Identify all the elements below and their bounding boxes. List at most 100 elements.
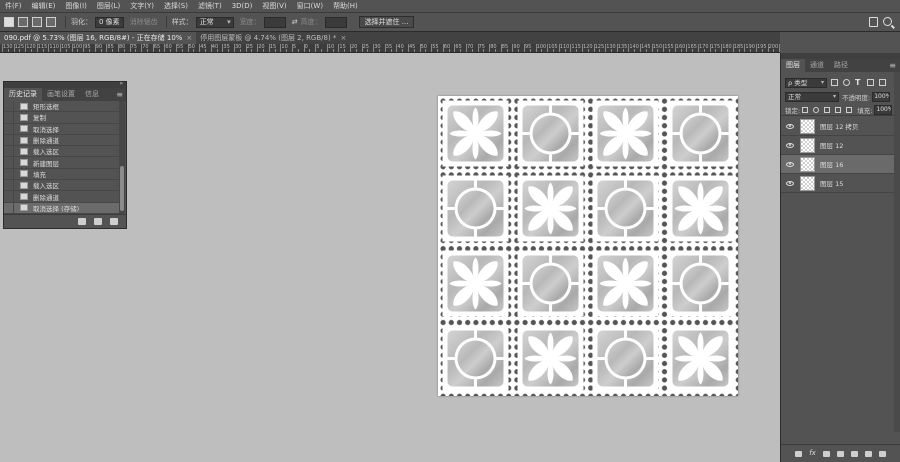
adjustment-layer-icon[interactable] xyxy=(836,450,844,457)
menu-item[interactable]: 滤镜(T) xyxy=(193,0,227,12)
style-select[interactable]: 正常 xyxy=(195,16,234,28)
history-brush-source[interactable] xyxy=(4,202,14,213)
new-layer-icon[interactable] xyxy=(864,450,872,457)
layers-panel[interactable]: 图层 通道 路径 ≡ ρ 类型 T 正常 不透明度: 100% 锁定: 填充: … xyxy=(780,53,900,462)
eye-icon[interactable] xyxy=(786,161,794,167)
tab-paths[interactable]: 路径 xyxy=(829,59,853,72)
eye-icon[interactable] xyxy=(786,123,794,129)
menu-item[interactable]: 视图(V) xyxy=(257,0,291,12)
layer-row[interactable]: 图层 16 xyxy=(781,155,895,174)
document-tab[interactable]: 停用图层蒙板 @ 4.74% (图层 2, RGB/8) * × xyxy=(196,32,350,44)
lock-all-icon[interactable] xyxy=(846,106,853,113)
shape-filter-icon[interactable] xyxy=(867,79,874,86)
new-document-from-state-icon[interactable] xyxy=(78,218,86,225)
tab-brush-settings[interactable]: 画笔设置 xyxy=(42,88,80,101)
history-brush-source[interactable] xyxy=(4,123,14,134)
menu-item[interactable]: 选择(S) xyxy=(159,0,193,12)
history-panel[interactable]: » 历史记录 画笔设置 信息 ≡ 矩形选框 复制 取消选择 删除通道 载入选区 新建图层填… xyxy=(3,80,127,229)
tab-layers[interactable]: 图层 xyxy=(781,59,805,72)
history-item[interactable]: 复制 xyxy=(4,112,120,124)
history-brush-source[interactable] xyxy=(4,146,14,157)
menu-item[interactable]: 3D(D) xyxy=(227,0,258,12)
layer-row[interactable]: 图层 12 xyxy=(781,136,895,155)
layer-name[interactable]: 图层 15 xyxy=(820,178,843,188)
layer-thumbnail[interactable] xyxy=(800,175,815,191)
subtract-selection-icon[interactable] xyxy=(32,17,42,27)
collapse-icon[interactable]: » xyxy=(119,80,123,87)
search-icon[interactable] xyxy=(883,17,892,26)
tab-channels[interactable]: 通道 xyxy=(805,59,829,72)
history-brush-source[interactable] xyxy=(4,191,14,202)
layer-name[interactable]: 图层 12 拷贝 xyxy=(820,121,858,131)
history-item[interactable]: 新建图层 xyxy=(4,157,120,169)
workspace-icon[interactable] xyxy=(869,17,878,27)
group-folder-icon[interactable] xyxy=(850,450,858,457)
menu-item[interactable]: 帮助(H) xyxy=(328,0,363,12)
panel-menu-icon[interactable]: ≡ xyxy=(116,90,123,99)
fx-icon[interactable]: fx xyxy=(809,450,816,457)
lock-transparency-icon[interactable] xyxy=(802,106,809,113)
antialias-checkbox[interactable]: 消除锯齿 xyxy=(130,17,158,27)
layer-thumbnail[interactable] xyxy=(800,156,815,172)
swap-icon[interactable]: ⇄ xyxy=(292,18,298,26)
history-item[interactable]: 取消选择 xyxy=(4,123,120,135)
history-item[interactable]: 填充 xyxy=(4,168,120,181)
pixel-filter-icon[interactable] xyxy=(831,79,838,86)
history-brush-source[interactable] xyxy=(4,157,14,168)
history-brush-source[interactable] xyxy=(4,112,14,123)
history-brush-source[interactable] xyxy=(4,134,14,146)
close-icon[interactable]: × xyxy=(186,32,192,44)
camera-icon[interactable] xyxy=(94,218,102,225)
opacity-input[interactable]: 100% xyxy=(872,92,891,102)
history-item[interactable]: 矩形选框 xyxy=(4,101,120,113)
history-brush-source[interactable] xyxy=(4,180,14,191)
history-item[interactable]: 取消选择 (存储) xyxy=(4,202,120,214)
history-scrollbar[interactable] xyxy=(119,101,125,214)
layers-scrollbar[interactable] xyxy=(894,72,900,432)
history-brush-source[interactable] xyxy=(4,168,14,180)
eye-icon[interactable] xyxy=(786,180,794,186)
width-input[interactable] xyxy=(263,16,286,28)
menu-item[interactable]: 图像(I) xyxy=(60,0,92,12)
layer-thumbnail[interactable] xyxy=(800,137,815,153)
tab-info[interactable]: 信息 xyxy=(80,88,104,101)
feather-input[interactable]: 0 像素 xyxy=(95,16,124,28)
history-item[interactable]: 载入选区 xyxy=(4,146,120,158)
history-item[interactable]: 删除通道 xyxy=(4,191,120,203)
menu-item[interactable]: 窗口(W) xyxy=(292,0,328,12)
trash-icon[interactable] xyxy=(110,218,118,225)
link-layers-icon[interactable] xyxy=(795,450,803,457)
layer-row[interactable]: 图层 12 拷贝 xyxy=(781,117,895,136)
history-item[interactable]: 删除通道 xyxy=(4,134,120,147)
lock-image-icon[interactable] xyxy=(813,106,820,113)
close-icon[interactable]: × xyxy=(340,32,346,44)
lock-artboard-icon[interactable] xyxy=(835,106,842,113)
scrollbar-thumb[interactable] xyxy=(120,166,124,211)
document-canvas[interactable] xyxy=(438,96,738,396)
menu-item[interactable]: 图层(L) xyxy=(92,0,125,12)
layer-thumbnail[interactable] xyxy=(800,118,815,134)
lock-position-icon[interactable] xyxy=(824,106,831,113)
menu-item[interactable]: 文字(Y) xyxy=(125,0,159,12)
add-selection-icon[interactable] xyxy=(18,17,28,27)
tab-history[interactable]: 历史记录 xyxy=(4,88,42,101)
layer-filter-select[interactable]: ρ 类型 xyxy=(785,77,827,88)
adjustment-filter-icon[interactable] xyxy=(843,79,850,86)
panel-menu-icon[interactable]: ≡ xyxy=(889,61,896,70)
layer-mask-icon[interactable] xyxy=(822,450,830,457)
menu-item[interactable]: 编辑(E) xyxy=(27,0,61,12)
type-filter-icon[interactable]: T xyxy=(855,79,862,87)
menu-item[interactable]: 件(F) xyxy=(0,0,27,12)
eye-icon[interactable] xyxy=(786,142,794,148)
layer-name[interactable]: 图层 12 xyxy=(820,140,843,150)
new-selection-icon[interactable] xyxy=(4,17,14,27)
history-item[interactable]: 载入选区 xyxy=(4,180,120,192)
intersect-selection-icon[interactable] xyxy=(46,17,56,27)
fill-input[interactable]: 100% xyxy=(874,104,893,115)
smart-object-filter-icon[interactable] xyxy=(879,79,886,86)
history-brush-source[interactable] xyxy=(4,101,14,112)
layer-name[interactable]: 图层 16 xyxy=(820,159,843,169)
select-and-mask-button[interactable]: 选择并遮住 ... xyxy=(358,16,415,28)
document-tab-active[interactable]: 090.pdf @ 5.73% (图层 16, RGB/8#) - 正在存储 1… xyxy=(0,32,197,44)
trash-icon[interactable] xyxy=(878,450,886,457)
